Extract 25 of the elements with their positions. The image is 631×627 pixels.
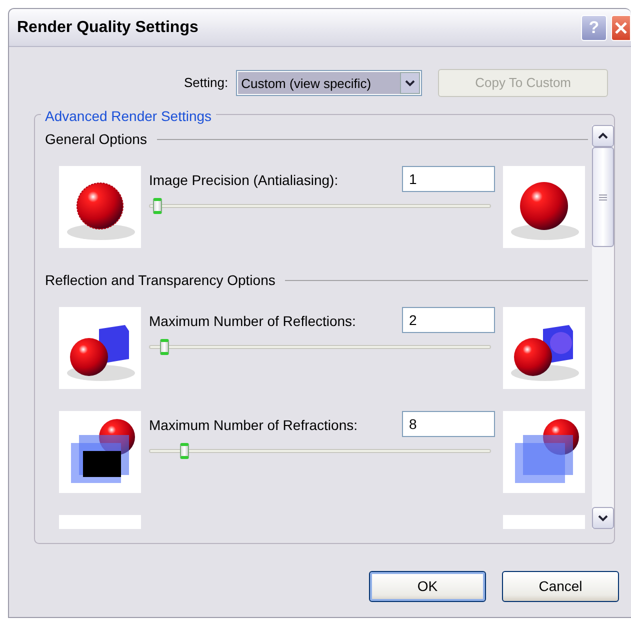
slider-thumb[interactable]	[153, 198, 162, 214]
vertical-scrollbar[interactable]	[592, 125, 614, 529]
window-title: Render Quality Settings	[17, 18, 200, 38]
section-heading: Reflection and Transparency Options	[45, 271, 276, 290]
option-label: Maximum Number of Refractions:	[149, 416, 358, 435]
value-field[interactable]: 8	[402, 411, 495, 437]
section-heading: General Options	[45, 130, 147, 149]
value-field[interactable]: 2	[402, 307, 495, 333]
chevron-down-icon	[598, 514, 608, 522]
ok-button[interactable]: OK	[369, 571, 486, 602]
setting-label: Setting:	[184, 74, 228, 92]
scroll-thumb[interactable]	[592, 147, 614, 247]
grip-icon	[599, 194, 607, 200]
value-field[interactable]: 1	[402, 166, 495, 192]
chevron-up-icon	[598, 132, 608, 140]
slider-thumb[interactable]	[180, 443, 189, 459]
scroll-up-button[interactable]	[592, 125, 614, 147]
close-icon	[614, 21, 628, 36]
option-label: Image Precision (Antialiasing):	[149, 171, 338, 190]
slider-thumb[interactable]	[160, 339, 169, 355]
close-button[interactable]	[611, 14, 631, 40]
cancel-button[interactable]: Cancel	[502, 571, 619, 602]
option-label: Maximum Number of Reflections:	[149, 312, 356, 331]
setting-dropdown[interactable]: Custom (view specific)	[236, 70, 422, 96]
scroll-down-button[interactable]	[592, 507, 614, 529]
